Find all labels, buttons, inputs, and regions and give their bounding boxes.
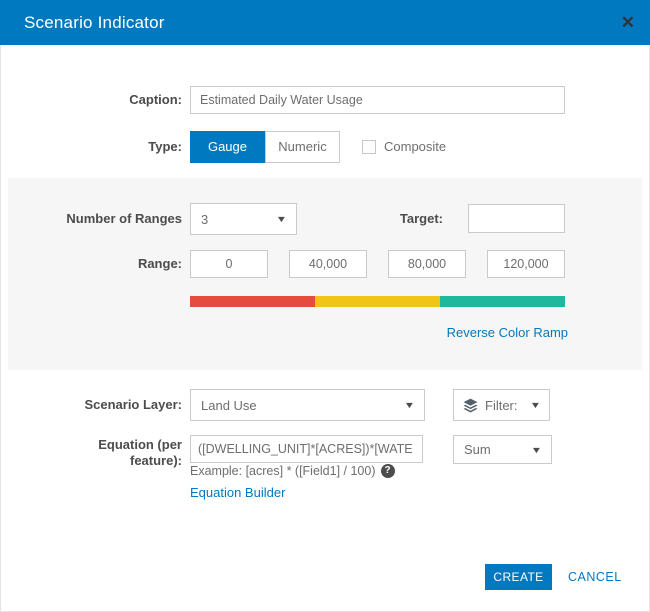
filter-label: Filter: — [485, 397, 518, 413]
range-label: Range: — [137, 256, 182, 271]
ramp-segment-red — [190, 296, 315, 307]
reverse-color-ramp-link[interactable]: Reverse Color Ramp — [447, 325, 568, 340]
number-of-ranges-value: 3 — [201, 211, 209, 227]
range-input-2[interactable] — [289, 250, 367, 278]
equation-input[interactable] — [190, 435, 423, 463]
target-label: Target: — [399, 211, 443, 226]
help-icon[interactable]: ? — [380, 464, 395, 478]
equation-label-line2: feature): — [129, 453, 182, 468]
cancel-button[interactable]: CANCEL — [568, 564, 622, 590]
equation-label: Equation (per feature): — [0, 437, 182, 469]
caret-down-icon: ▼ — [529, 400, 542, 410]
scenario-indicator-dialog: Scenario Indicator ✕ Caption: Type: Gaug… — [0, 0, 650, 612]
ramp-segment-yellow — [315, 296, 440, 307]
ramp-segment-green — [440, 296, 565, 307]
composite-label: Composite — [384, 139, 447, 154]
equation-builder-link[interactable]: Equation Builder — [190, 485, 285, 500]
caption-input[interactable] — [190, 86, 565, 114]
number-of-ranges-label: Number of Ranges — [66, 211, 182, 226]
aggregation-value: Sum — [464, 442, 491, 457]
filter-dropdown[interactable]: Filter: ▼ — [453, 389, 550, 421]
scenario-layer-value: Land Use — [201, 397, 257, 413]
composite-checkbox[interactable] — [362, 140, 376, 154]
scenario-layer-select[interactable]: Land Use ▼ — [190, 389, 425, 421]
type-gauge-button[interactable]: Gauge — [190, 131, 265, 163]
color-ramp-bar — [190, 296, 565, 307]
equation-label-line1: Equation (per — [98, 437, 182, 452]
aggregation-select[interactable]: Sum ▼ — [453, 435, 552, 464]
equation-example-text: Example: [acres] * ([Field1] / 100) — [190, 464, 376, 478]
scenario-layer-label: Scenario Layer: — [84, 397, 182, 412]
target-input[interactable] — [468, 204, 565, 233]
create-button[interactable]: CREATE — [485, 564, 552, 590]
range-input-3[interactable] — [388, 250, 466, 278]
type-numeric-button[interactable]: Numeric — [265, 131, 340, 163]
range-input-1[interactable] — [190, 250, 268, 278]
caret-down-icon: ▼ — [275, 214, 288, 224]
type-label: Type: — [148, 139, 182, 154]
equation-example: Example: [acres] * ([Field1] / 100) ? — [190, 464, 395, 478]
dialog-title: Scenario Indicator — [24, 13, 165, 32]
layers-icon — [463, 398, 478, 412]
ranges-panel: Number of Ranges 3 ▼ Target: Range: Reve… — [8, 178, 642, 370]
dialog-header: Scenario Indicator ✕ — [0, 0, 650, 45]
caret-down-icon: ▼ — [530, 444, 543, 455]
close-icon[interactable]: ✕ — [621, 0, 635, 45]
range-input-4[interactable] — [487, 250, 565, 278]
caret-down-icon: ▼ — [403, 400, 416, 410]
caption-label: Caption: — [129, 92, 182, 107]
number-of-ranges-select[interactable]: 3 ▼ — [190, 203, 297, 235]
